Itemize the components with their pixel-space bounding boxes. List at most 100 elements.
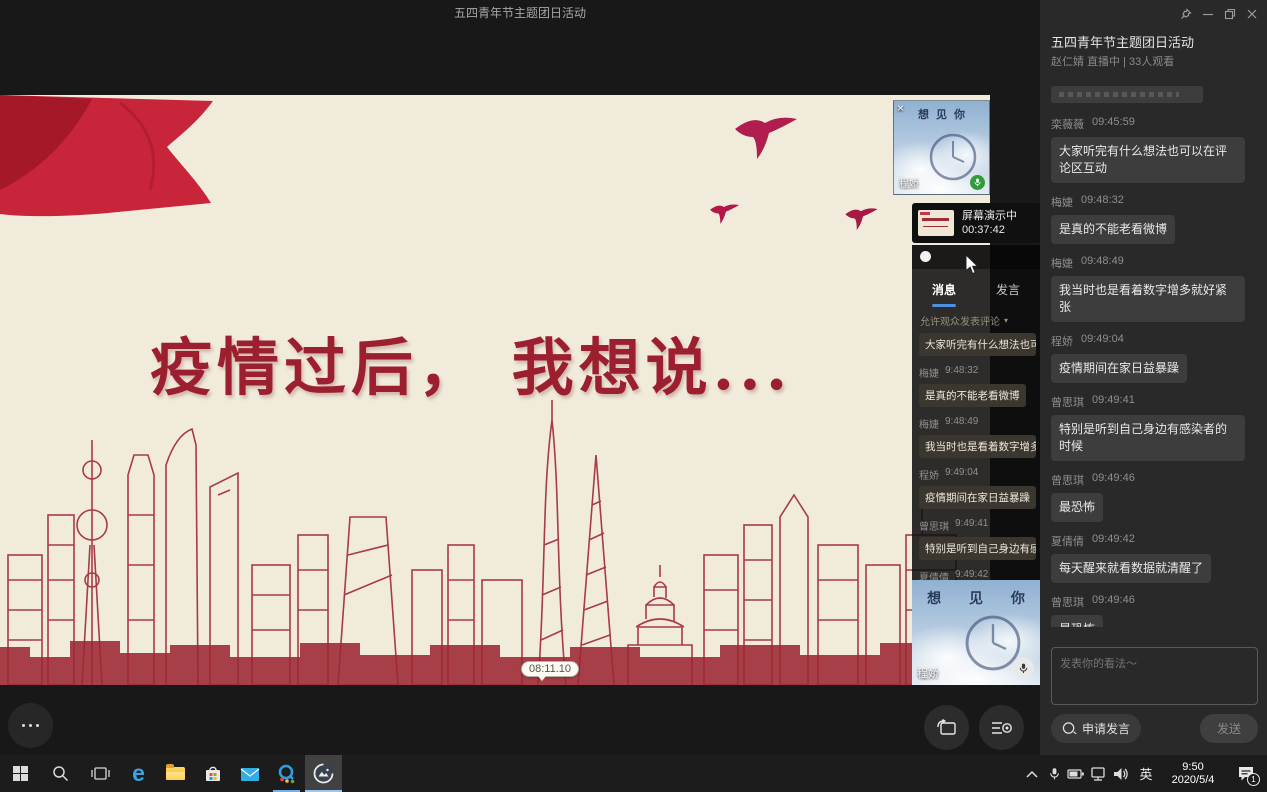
message-author: 曾思琪	[919, 518, 949, 533]
message-author-row: 夏倩倩 09:49:42	[1051, 533, 1262, 549]
chat-message: 曾思琪 09:49:46 最恐怖	[1051, 472, 1262, 522]
hidden-icons-chevron[interactable]	[1021, 755, 1043, 792]
message-author-row: 梅婕 9:48:49	[919, 416, 1040, 431]
taskbar-app-edge[interactable]: e	[120, 755, 157, 792]
chat-tabs: 消息 发言	[912, 281, 1040, 298]
sharing-timer: 00:37:42	[962, 225, 1017, 236]
message-bubble: 疫情期间在家日益暴躁	[919, 486, 1036, 509]
tab-messages[interactable]: 消息	[932, 281, 956, 298]
message-author: 梅婕	[1051, 194, 1073, 210]
message-author-row: 曾思琪 9:49:41	[919, 518, 1040, 533]
message-author: 曾思琪	[1051, 394, 1084, 410]
request-to-speak-button[interactable]: 申请发言	[1051, 714, 1141, 743]
task-view-icon	[91, 766, 110, 781]
taskbar-app-qq[interactable]	[268, 755, 305, 792]
bird-graphic	[735, 115, 799, 161]
close-icon[interactable]: ×	[897, 102, 904, 114]
edge-icon: e	[132, 762, 145, 785]
message-author: 梅婕	[919, 365, 939, 380]
restore-icon[interactable]	[1224, 8, 1236, 20]
comment-input[interactable]	[1051, 647, 1258, 705]
message-time: 09:49:41	[1092, 394, 1135, 410]
video-tile-speaker[interactable]: 想 见 你 程娇	[912, 580, 1040, 685]
comment-permission-label: 允许观众发表评论	[920, 313, 1000, 328]
chat-message: 梅婕 09:48:32 是真的不能老看微博	[1051, 194, 1262, 244]
message-author-row: 程娇 09:49:04	[1051, 333, 1262, 349]
message-author-row: 曾思琪 09:49:46	[1051, 594, 1262, 610]
message-bubble: 每天醒来就看数据就清醒了	[1051, 554, 1211, 583]
record-dot-icon	[920, 251, 931, 262]
taskbar-search-button[interactable]	[40, 755, 80, 792]
message-time: 09:49:42	[1092, 533, 1135, 549]
system-tray: 英 9:50 2020/5/4 1	[1021, 755, 1267, 792]
tile-artwork-text: 想 见 你	[912, 588, 1040, 608]
screen: 五四青年节主题团日活动 疫情过后， 我想说...	[0, 0, 1267, 792]
chat-message: 曾思琪 09:49:46 最恐怖	[1051, 594, 1262, 627]
close-icon[interactable]	[1246, 8, 1258, 20]
presentation-slide: 疫情过后， 我想说...	[0, 95, 990, 685]
participant-name: 程娇	[917, 665, 939, 681]
message-bubble: 特别是听到自己身边有感染者的时候	[1051, 415, 1245, 461]
chat-message: 曾思琪 09:49:41 特别是听到自己身边有感染者的时候	[1051, 394, 1262, 461]
toggle-chat-list-button[interactable]	[979, 705, 1024, 750]
message-time: 09:49:46	[1092, 472, 1135, 488]
volume-icon[interactable]	[1109, 755, 1131, 792]
chat-message: 程娇 09:49:04 疫情期间在家日益暴躁	[1051, 333, 1262, 383]
tile-artwork-text: 想见你	[894, 106, 989, 122]
taskbar-clock[interactable]: 9:50 2020/5/4	[1161, 761, 1225, 787]
send-button[interactable]: 发送	[1200, 714, 1258, 743]
message-bubble: 最恐怖	[1051, 493, 1103, 522]
switch-layout-button[interactable]	[924, 705, 969, 750]
comment-permission-dropdown[interactable]: 允许观众发表评论 ▾	[920, 313, 1008, 328]
microphone-on-icon	[970, 175, 985, 190]
bird-graphic	[710, 203, 740, 225]
video-tile-small[interactable]: 想见你 × 程娇	[893, 100, 990, 195]
battery-icon[interactable]	[1065, 755, 1087, 792]
message-time: 09:45:59	[1092, 116, 1135, 132]
taskbar-app-meeting-active[interactable]	[305, 755, 342, 792]
network-icon[interactable]	[1087, 755, 1109, 792]
message-author: 曾思琪	[1051, 594, 1084, 610]
live-chat-sidebar: 五四青年节主题团日活动 赵仁婧 直播中 | 33人观看 栾薇薇 09:45:59…	[1040, 0, 1267, 755]
stream-title: 五四青年节主题团日活动	[0, 4, 1040, 21]
chat-message: 梅婕 9:48:49 我当时也是看着数字增多就好紧张	[919, 416, 1040, 458]
message-time: 9:49:42	[955, 569, 988, 580]
tab-speak[interactable]: 发言	[996, 281, 1020, 298]
task-view-button[interactable]	[80, 755, 120, 792]
message-time: 9:48:32	[945, 365, 978, 380]
photos-app-icon	[312, 762, 335, 785]
start-button[interactable]	[0, 755, 40, 792]
taskbar-app-microsoft-store[interactable]	[194, 755, 231, 792]
windows-logo-icon	[13, 766, 28, 781]
chat-message: 曾思琪 9:49:41 特别是听到自己身边有感染者的时候	[919, 518, 1040, 560]
taskbar-time: 9:50	[1161, 761, 1225, 774]
taskbar-app-file-explorer[interactable]	[157, 755, 194, 792]
message-author: 梅婕	[1051, 255, 1073, 271]
screen-sharing-status: 屏幕演示中 00:37:42	[912, 203, 1040, 243]
presentation-stage: 五四青年节主题团日活动 疫情过后， 我想说...	[0, 0, 1040, 755]
slide-heading: 疫情过后， 我想说...	[150, 317, 792, 407]
pin-icon[interactable]	[1180, 8, 1192, 20]
chat-message: 夏倩倩 09:49:42 每天醒来就看数据就清醒了	[1051, 533, 1262, 583]
chat-message: 程娇 9:49:04 疫情期间在家日益暴躁	[919, 467, 1040, 509]
clipped-message-bubble	[1051, 86, 1203, 103]
minimize-icon[interactable]	[1202, 8, 1214, 20]
chat-message: 梅婕 09:48:49 我当时也是看着数字增多就好紧张	[1051, 255, 1262, 322]
message-bubble: 大家听完有什么想法也可以在评论区互动	[1051, 137, 1245, 183]
message-time: 09:49:46	[1092, 594, 1135, 610]
chat-message-list: 栾薇薇 09:45:59 大家听完有什么想法也可以在评论区互动 梅婕 09:48…	[1051, 84, 1262, 627]
taskbar-app-mail[interactable]	[231, 755, 268, 792]
chat-message: 梅婕 9:48:32 是真的不能老看微博	[919, 365, 1040, 407]
window-controls	[1180, 8, 1258, 20]
input-language-indicator[interactable]: 英	[1131, 764, 1161, 783]
video-time-tooltip: 08:11.10	[521, 661, 579, 677]
message-bubble: 大家听完有什么想法也可以在评论区互动	[919, 333, 1036, 356]
sidebar-actions: 申请发言 发送	[1051, 714, 1258, 743]
message-author-row: 梅婕 09:48:32	[1051, 194, 1262, 210]
message-author-row: 夏倩倩 9:49:42	[919, 569, 1040, 580]
message-time: 9:49:41	[955, 518, 988, 533]
microphone-tray-icon[interactable]	[1043, 755, 1065, 792]
chevron-down-icon: ▾	[1004, 316, 1008, 325]
more-options-button[interactable]	[8, 703, 53, 748]
action-center-button[interactable]: 1	[1225, 755, 1267, 792]
